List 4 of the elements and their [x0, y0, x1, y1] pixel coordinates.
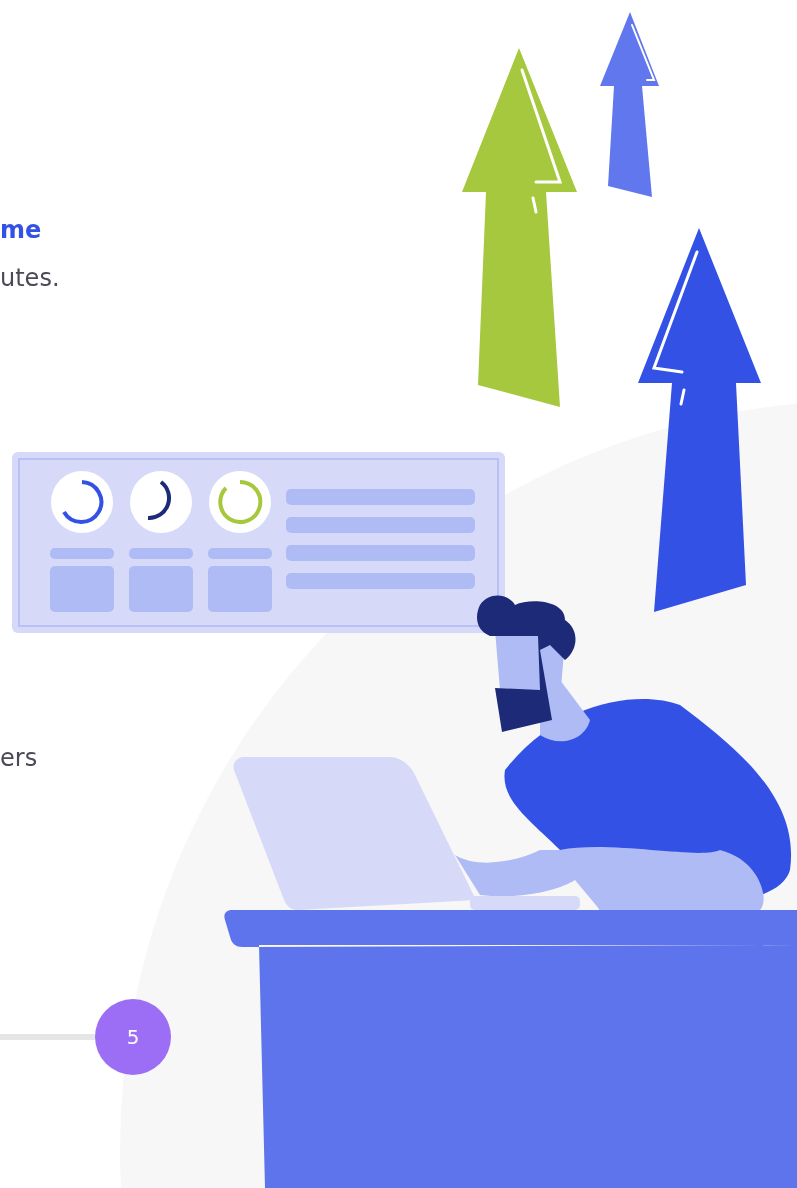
step-indicator: 5 — [95, 999, 171, 1075]
heading-text: me — [0, 215, 43, 246]
body-text: utes. — [0, 263, 61, 294]
body-text: ers — [0, 743, 39, 774]
